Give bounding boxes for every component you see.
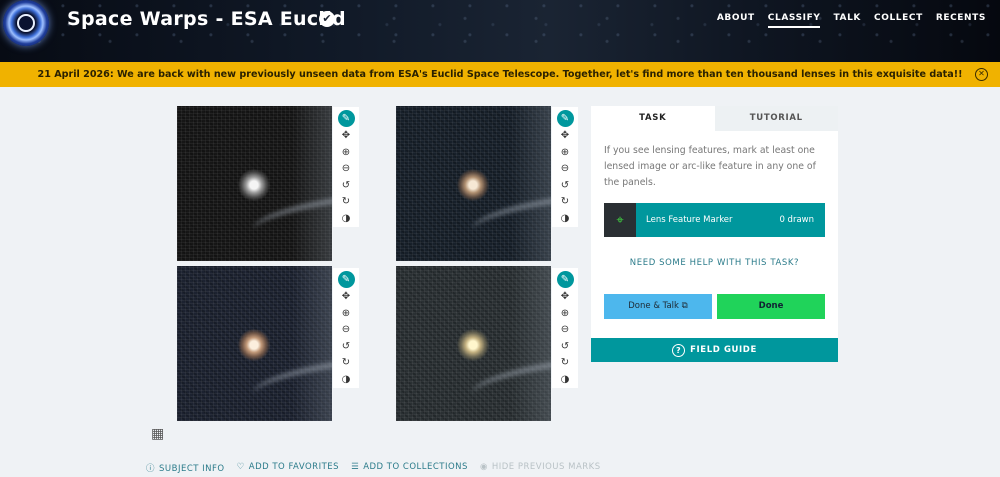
- collections-label: ADD TO COLLECTIONS: [363, 462, 468, 472]
- verified-badge-icon: ✔: [319, 11, 335, 27]
- subject-info-link[interactable]: ⓘ SUBJECT INFO: [146, 462, 225, 474]
- tool-drawn-count: 0 drawn: [779, 215, 814, 225]
- image-toolbar-1: ✎ ✥ ⊕ ⊖ ↺ ↻ ◑: [333, 107, 359, 227]
- gallery-view-icon[interactable]: ▦: [151, 427, 169, 442]
- move-icon[interactable]: ✥: [557, 289, 574, 305]
- task-instructions: If you see lensing features, mark at lea…: [604, 145, 816, 188]
- tab-tutorial[interactable]: TUTORIAL: [714, 106, 838, 131]
- image-galaxy: [457, 169, 489, 201]
- project-title[interactable]: Space Warps - ESA Euclid: [67, 8, 346, 30]
- main-nav: ABOUT CLASSIFY TALK COLLECT RECENTS: [717, 13, 986, 28]
- add-to-favorites-link[interactable]: ♡ ADD TO FAVORITES: [237, 462, 339, 474]
- rotate-right-icon[interactable]: ↻: [338, 355, 355, 371]
- zoom-in-icon[interactable]: ⊕: [557, 306, 574, 322]
- image-edge-glow: [292, 106, 332, 261]
- subject-meta-links: ⓘ SUBJECT INFO ♡ ADD TO FAVORITES ☰ ADD TO …: [146, 462, 601, 474]
- rotate-left-icon[interactable]: ↺: [557, 339, 574, 355]
- task-tabs: TASK TUTORIAL: [591, 106, 838, 131]
- rotate-right-icon[interactable]: ↻: [557, 355, 574, 371]
- zoom-in-icon[interactable]: ⊕: [338, 306, 355, 322]
- image-toolbar-4: ✎ ✥ ⊕ ⊖ ↺ ↻ ◑: [552, 268, 578, 388]
- pen-icon[interactable]: ✎: [556, 110, 574, 127]
- external-link-icon: ⧉: [681, 301, 688, 311]
- subject-image-panel-1[interactable]: [177, 106, 332, 261]
- zoom-in-icon[interactable]: ⊕: [557, 145, 574, 161]
- nav-talk[interactable]: TALK: [833, 13, 861, 28]
- image-galaxy: [238, 329, 270, 361]
- zoom-out-icon[interactable]: ⊖: [557, 322, 574, 338]
- invert-icon[interactable]: ◑: [557, 211, 574, 227]
- hide-marks-label: HIDE PREVIOUS MARKS: [491, 462, 601, 472]
- project-logo[interactable]: [3, 0, 49, 46]
- hide-previous-marks-link[interactable]: ◉ HIDE PREVIOUS MARKS: [480, 462, 601, 474]
- image-edge-glow: [292, 266, 332, 421]
- move-icon[interactable]: ✥: [557, 128, 574, 144]
- eye-icon: ◉: [479, 462, 488, 472]
- rotate-right-icon[interactable]: ↻: [338, 194, 355, 210]
- tab-task[interactable]: TASK: [591, 106, 715, 131]
- subject-image-panel-4[interactable]: [396, 266, 551, 421]
- zoom-in-icon[interactable]: ⊕: [338, 145, 355, 161]
- pen-icon[interactable]: ✎: [337, 110, 355, 127]
- banner-text: 21 April 2026: We are back with new prev…: [37, 69, 963, 80]
- crosshair-icon: ⌖: [604, 203, 636, 237]
- image-edge-glow: [511, 266, 551, 421]
- image-galaxy: [238, 169, 270, 201]
- done-and-talk-button[interactable]: Done & Talk ⧉: [604, 294, 712, 319]
- subject-image-panel-2[interactable]: [396, 106, 551, 261]
- rotate-left-icon[interactable]: ↺: [557, 178, 574, 194]
- task-panel: TASK TUTORIAL If you see lensing feature…: [591, 106, 838, 362]
- close-icon[interactable]: ✕: [975, 68, 988, 81]
- rotate-left-icon[interactable]: ↺: [338, 339, 355, 355]
- nav-about[interactable]: ABOUT: [717, 13, 755, 28]
- invert-icon[interactable]: ◑: [338, 211, 355, 227]
- zoom-out-icon[interactable]: ⊖: [338, 161, 355, 177]
- image-toolbar-2: ✎ ✥ ⊕ ⊖ ↺ ↻ ◑: [552, 107, 578, 227]
- field-guide-button[interactable]: ? FIELD GUIDE: [591, 338, 838, 362]
- add-to-collections-link[interactable]: ☰ ADD TO COLLECTIONS: [351, 462, 468, 474]
- image-toolbar-3: ✎ ✥ ⊕ ⊖ ↺ ↻ ◑: [333, 268, 359, 388]
- pen-icon[interactable]: ✎: [556, 271, 574, 288]
- pen-icon[interactable]: ✎: [337, 271, 355, 288]
- nav-classify[interactable]: CLASSIFY: [767, 13, 821, 28]
- move-icon[interactable]: ✥: [338, 289, 355, 305]
- subject-image-panel-3[interactable]: [177, 266, 332, 421]
- invert-icon[interactable]: ◑: [557, 372, 574, 388]
- tool-label: Lens Feature Marker: [646, 215, 733, 225]
- announcement-banner: 21 April 2026: We are back with new prev…: [0, 62, 1000, 87]
- favorites-label: ADD TO FAVORITES: [248, 462, 340, 472]
- done-button[interactable]: Done: [717, 294, 825, 319]
- zoom-out-icon[interactable]: ⊖: [338, 322, 355, 338]
- rotate-right-icon[interactable]: ↻: [557, 194, 574, 210]
- site-header: Space Warps - ESA Euclid ✔ ABOUT CLASSIF…: [0, 0, 1000, 62]
- list-icon: ☰: [351, 462, 360, 472]
- nav-collect[interactable]: COLLECT: [874, 13, 923, 28]
- nav-recents[interactable]: RECENTS: [936, 13, 986, 28]
- task-help-link[interactable]: NEED SOME HELP WITH THIS TASK?: [591, 258, 838, 268]
- heart-icon: ♡: [236, 462, 245, 472]
- rotate-left-icon[interactable]: ↺: [338, 178, 355, 194]
- field-guide-label: FIELD GUIDE: [690, 345, 757, 355]
- move-icon[interactable]: ✥: [338, 128, 355, 144]
- subject-info-label: SUBJECT INFO: [159, 464, 225, 474]
- invert-icon[interactable]: ◑: [338, 372, 355, 388]
- help-circle-icon: ?: [672, 343, 686, 357]
- image-edge-glow: [511, 106, 551, 261]
- image-galaxy: [457, 329, 489, 361]
- lens-feature-marker-tool[interactable]: ⌖ Lens Feature Marker 0 drawn: [604, 203, 825, 237]
- zoom-out-icon[interactable]: ⊖: [557, 161, 574, 177]
- done-talk-label: Done & Talk: [628, 301, 679, 311]
- info-icon: ⓘ: [146, 464, 156, 474]
